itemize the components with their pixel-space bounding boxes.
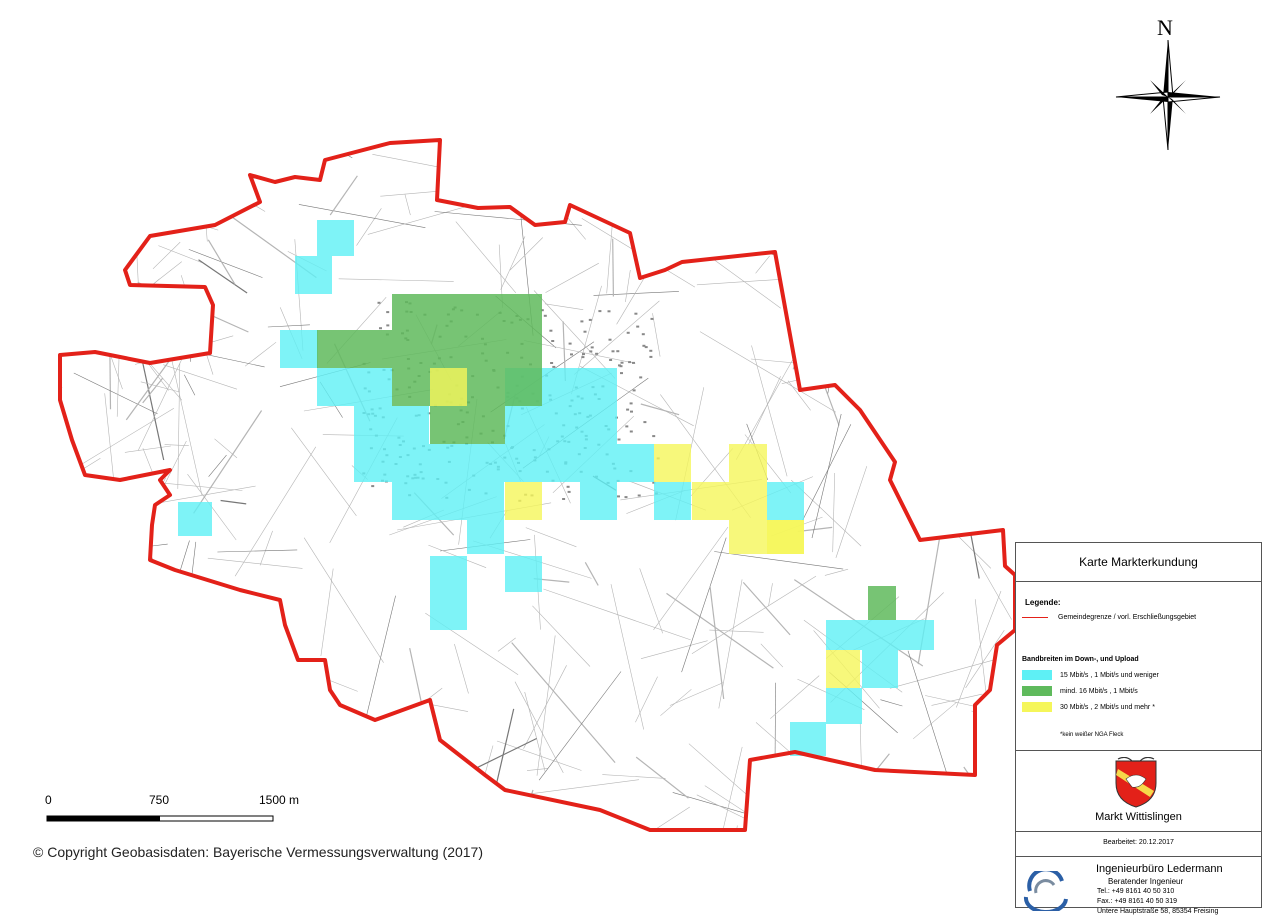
legend-item-label: 30 Mbit/s , 2 Mbit/s und mehr * <box>1060 704 1155 711</box>
tile-slow <box>317 368 392 406</box>
legend-heading: Legende: <box>1025 598 1061 607</box>
legend-item-fast: 30 Mbit/s , 2 Mbit/s und mehr * <box>1022 702 1155 712</box>
tile-fast <box>505 482 542 520</box>
tile-slow <box>767 482 804 520</box>
town-name: Markt Wittislingen <box>1016 811 1261 823</box>
north-arrow-icon <box>1116 40 1220 150</box>
legend-bandwidth-title: Bandbreiten im Down-, und Upload <box>1022 656 1139 663</box>
tile-fast <box>826 650 860 688</box>
tile-slow <box>280 330 318 368</box>
tile-medium <box>430 406 505 444</box>
tile-slow <box>295 256 332 294</box>
legend-item-slow: 15 Mbit/s , 1 Mbit/s und weniger <box>1022 670 1159 680</box>
scale-bar <box>47 816 273 821</box>
legend-bandwidth-title-row: Bandbreiten im Down-, und Upload <box>1022 656 1139 663</box>
coat-of-arms-icon <box>1112 757 1160 809</box>
tile-slow <box>826 620 934 650</box>
office-fax: Fax.: +49 8161 40 50 319 <box>1097 898 1177 905</box>
legend-title: Karte Markterkundung <box>1016 543 1261 582</box>
tile-slow <box>317 220 354 256</box>
legend-boundary-label: Gemeindegrenze / vorl. Erschließungsgebi… <box>1058 614 1196 621</box>
tile-fast <box>692 482 767 520</box>
tile-slow <box>354 444 654 482</box>
legend-swatch-fast <box>1022 702 1052 712</box>
legend-section: Legende: Gemeindegrenze / vorl. Erschlie… <box>1016 582 1261 751</box>
tile-slow <box>354 406 429 444</box>
legend-note-row: *kein weißer NGA Fleck <box>1060 732 1123 738</box>
office-tel: Tel.: +49 8161 40 50 310 <box>1097 888 1174 895</box>
office-subtitle: Beratender Ingenieur <box>1108 877 1183 886</box>
tile-slow <box>392 482 504 520</box>
tile-slow <box>654 482 691 520</box>
tile-slow <box>430 556 467 630</box>
tile-fast <box>430 368 467 406</box>
boundary-line-swatch <box>1022 617 1048 618</box>
legend-item-medium: mind. 16 Mbit/s , 1 Mbit/s <box>1022 686 1138 696</box>
tile-slow <box>505 406 617 444</box>
tile-slow <box>826 688 862 724</box>
tile-fast <box>767 520 804 554</box>
legend-panel: Karte Markterkundung Legende: Gemeindegr… <box>1015 542 1262 908</box>
office-name: Ingenieurbüro Ledermann <box>1096 863 1223 875</box>
legend-swatch-slow <box>1022 670 1052 680</box>
tile-fast <box>729 444 767 482</box>
copyright-text: © Copyright Geobasisdaten: Bayerische Ve… <box>33 844 483 860</box>
town-section: Markt Wittislingen <box>1016 751 1261 832</box>
office-section: Ingenieurbüro Ledermann Beratender Ingen… <box>1016 857 1261 917</box>
scale-label-0: 0 <box>45 793 52 807</box>
tile-slow <box>862 650 898 688</box>
legend-item-label: 15 Mbit/s , 1 Mbit/s und weniger <box>1060 672 1159 679</box>
tile-medium <box>317 330 392 368</box>
tile-slow <box>467 520 504 554</box>
tile-fast <box>654 444 691 482</box>
office-address: Untere Hauptstraße 58, 85354 Freising <box>1097 908 1218 915</box>
legend-boundary-row: Gemeindegrenze / vorl. Erschließungsgebi… <box>1022 614 1196 621</box>
legend-item-label: mind. 16 Mbit/s , 1 Mbit/s <box>1060 688 1138 695</box>
bandwidth-tiles <box>178 220 934 756</box>
tile-medium <box>868 586 896 620</box>
edit-date: Bearbeitet: 20.12.2017 <box>1016 832 1261 857</box>
legend-note: *kein weißer NGA Fleck <box>1060 732 1123 738</box>
tile-slow <box>505 556 542 592</box>
tile-slow <box>178 502 212 536</box>
tile-slow <box>580 482 617 520</box>
legend-swatch-medium <box>1022 686 1052 696</box>
north-label: N <box>1157 15 1173 41</box>
office-logo-icon <box>1022 871 1070 911</box>
road-network <box>0 136 1136 910</box>
scale-label-1500: 1500 m <box>259 793 299 807</box>
scale-label-750: 750 <box>149 793 169 807</box>
